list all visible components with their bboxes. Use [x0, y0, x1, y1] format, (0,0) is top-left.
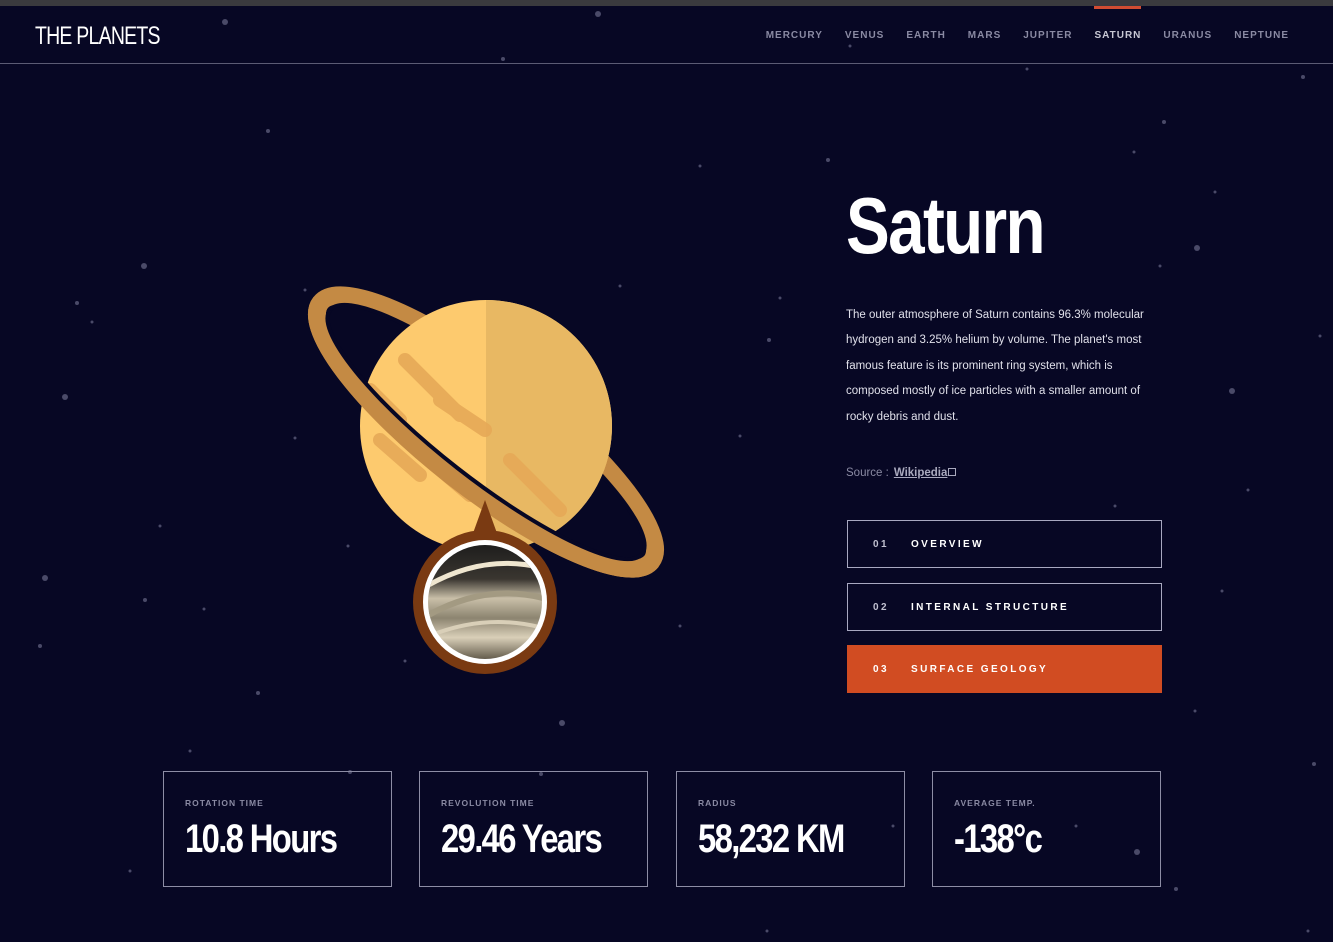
stat-value: 10.8 Hours — [185, 817, 338, 861]
nav-item-earth[interactable]: EARTH — [906, 6, 945, 64]
tab-number: 02 — [873, 601, 889, 613]
tab-number: 03 — [873, 663, 889, 675]
stat-rotation-time: ROTATION TIME 10.8 Hours — [163, 771, 392, 887]
tab-number: 01 — [873, 538, 889, 550]
tab-label: INTERNAL STRUCTURE — [911, 601, 1070, 613]
tab-overview[interactable]: 01 OVERVIEW — [847, 520, 1162, 568]
nav-item-neptune[interactable]: NEPTUNE — [1234, 6, 1289, 64]
tab-label: SURFACE GEOLOGY — [911, 663, 1049, 675]
external-link-icon[interactable] — [948, 468, 957, 476]
source-line: Source : Wikipedia — [846, 467, 957, 479]
nav-item-saturn[interactable]: SATURN — [1094, 6, 1142, 64]
tab-label: OVERVIEW — [911, 538, 984, 550]
nav-item-jupiter[interactable]: JUPITER — [1023, 6, 1072, 64]
tab-internal-structure[interactable]: 02 INTERNAL STRUCTURE — [847, 583, 1162, 631]
stat-label: AVERAGE TEMP. — [954, 798, 1036, 808]
stat-label: ROTATION TIME — [185, 798, 264, 808]
nav-item-uranus[interactable]: URANUS — [1163, 6, 1212, 64]
nav-item-venus[interactable]: VENUS — [845, 6, 884, 64]
nav-item-mars[interactable]: MARS — [968, 6, 1001, 64]
saturn-illustration — [307, 286, 665, 674]
stat-average-temp: AVERAGE TEMP. -138°c — [932, 771, 1161, 887]
stat-value: -138°c — [954, 817, 1043, 861]
site-header: THE PLANETS MERCURY VENUS EARTH MARS JUP… — [0, 6, 1333, 64]
stat-value: 58,232 KM — [698, 817, 845, 861]
planet-description: The outer atmosphere of Saturn contains … — [846, 309, 1144, 423]
stat-label: RADIUS — [698, 798, 737, 808]
nav-item-mercury[interactable]: MERCURY — [766, 6, 823, 64]
stat-value: 29.46 Years — [441, 817, 603, 861]
stat-radius: RADIUS 58,232 KM — [676, 771, 905, 887]
source-link[interactable]: Wikipedia — [894, 467, 948, 479]
stat-label: REVOLUTION TIME — [441, 798, 535, 808]
site-logo[interactable]: THE PLANETS — [35, 22, 160, 51]
tab-surface-geology[interactable]: 03 SURFACE GEOLOGY — [847, 645, 1162, 693]
planet-nav: MERCURY VENUS EARTH MARS JUPITER SATURN … — [744, 6, 1289, 64]
source-label: Source : — [846, 467, 889, 479]
planet-title: Saturn — [846, 181, 1046, 270]
stat-revolution-time: REVOLUTION TIME 29.46 Years — [419, 771, 648, 887]
